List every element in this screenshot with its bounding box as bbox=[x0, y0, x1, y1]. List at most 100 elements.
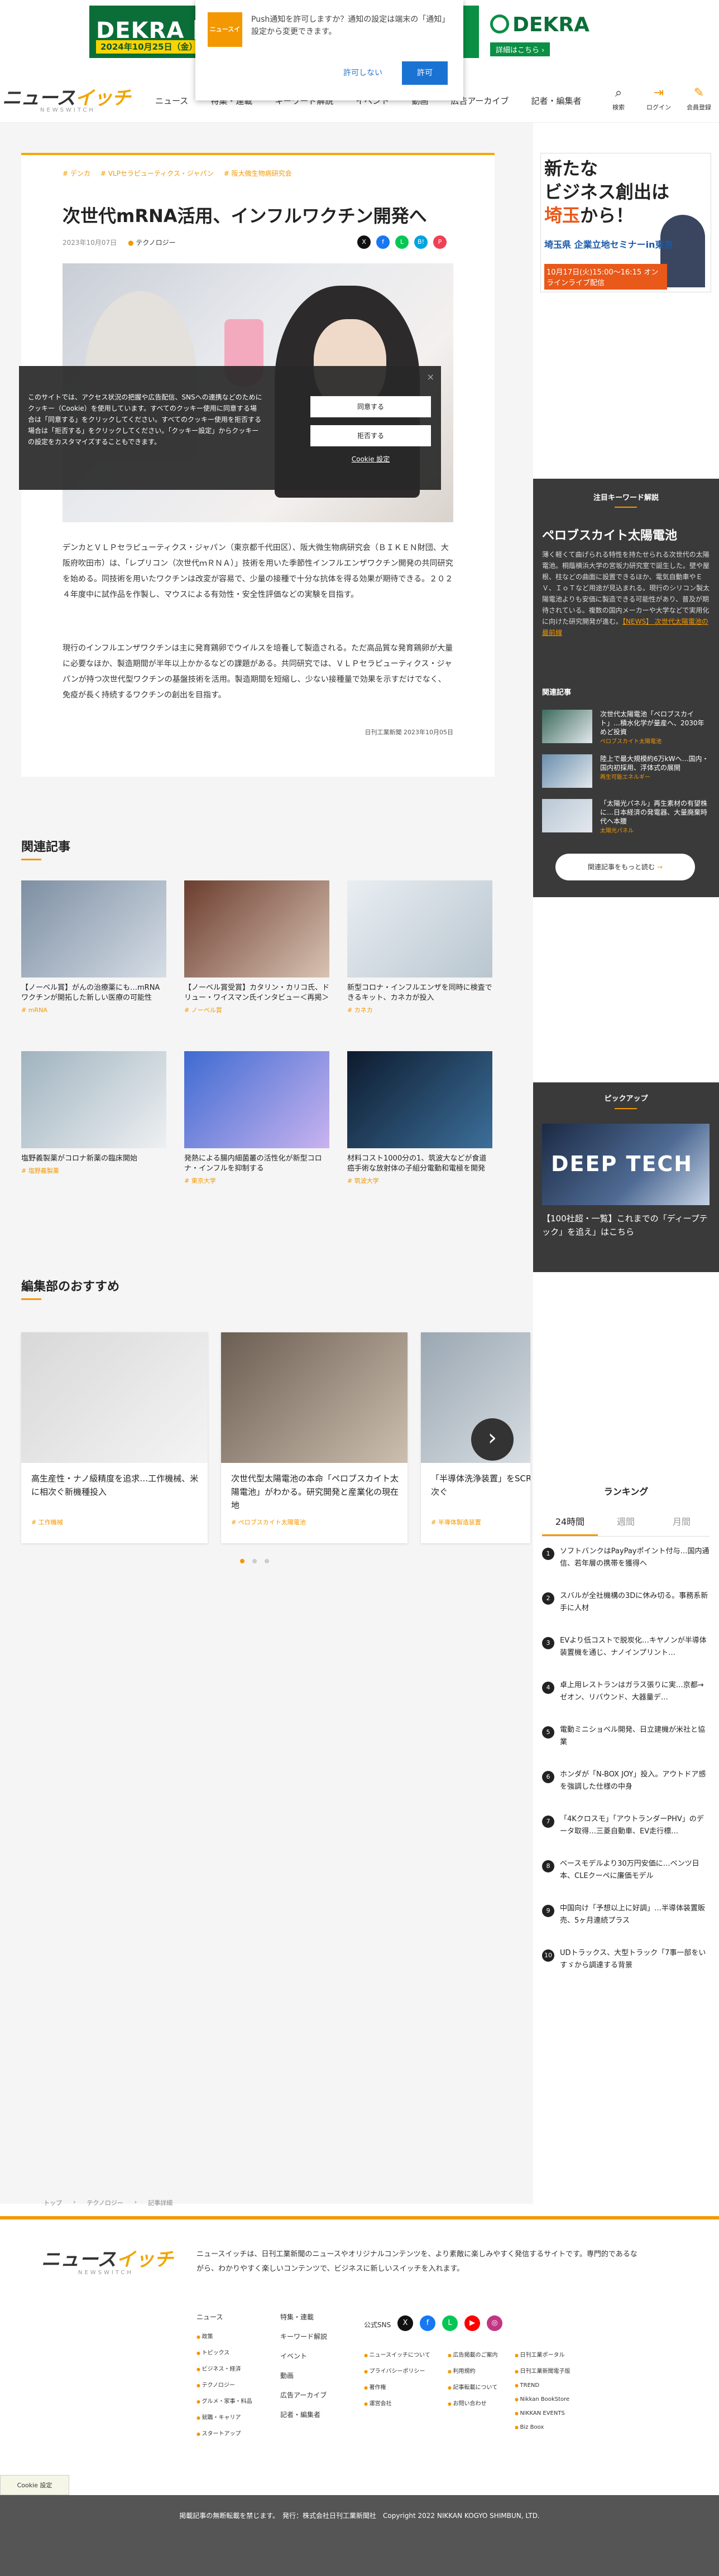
recommend-card[interactable]: 次世代型太陽電池の本命「ペロブスカイト太陽電池」がわかる。研究開発と産業化の現在… bbox=[221, 1332, 408, 1543]
footer-link[interactable]: 就職・キャリア bbox=[196, 2413, 252, 2421]
ranking-item[interactable]: 7 「4Kクロスモ」「アウトランダーPHV」のデータ取得…三菱自動車、EV走行標… bbox=[542, 1813, 710, 1847]
ranking-item[interactable]: 1 ソフトバンクはPayPayポイント付与…国内通信、若年層の携帯を獲得へ bbox=[542, 1545, 710, 1579]
tab-24h[interactable]: 24時間 bbox=[542, 1508, 598, 1536]
keyword-related-item[interactable]: 次世代太陽電池「ペロブスカイト」…積水化学が量産へ、2030年めど投資 ペロブスカ… bbox=[542, 710, 710, 745]
footer-link[interactable]: 日刊工業ポータル bbox=[515, 2350, 571, 2358]
footer-link[interactable]: 広告アーカイブ bbox=[280, 2390, 327, 2400]
ranking-item[interactable]: 10 UDトラックス、大型トラック「7事一部をいすゞから調達する背景 bbox=[542, 1947, 710, 1981]
keyword-related-tag[interactable]: 再生可能エネルギー bbox=[600, 773, 710, 782]
footer-link[interactable]: 日刊工業新聞電子版 bbox=[515, 2366, 571, 2375]
carousel-next-button[interactable]: › bbox=[471, 1418, 514, 1461]
footer-link[interactable]: TREND bbox=[515, 2382, 571, 2389]
footer-link[interactable]: お問い合わせ bbox=[448, 2399, 498, 2407]
hatena-share-icon[interactable]: B! bbox=[414, 235, 428, 249]
carousel-dot[interactable] bbox=[265, 1559, 269, 1563]
search-button[interactable]: ⌕ 検索 bbox=[598, 86, 639, 112]
site-logo[interactable]: ニュースイッチ bbox=[2, 83, 131, 110]
line-share-icon[interactable]: L bbox=[395, 235, 409, 249]
facebook-icon[interactable]: f bbox=[420, 2315, 435, 2331]
register-button[interactable]: ✎ 会員登録 bbox=[679, 86, 719, 112]
footer-link[interactable]: 動画 bbox=[280, 2371, 327, 2380]
footer-link[interactable]: グルメ・家事・料品 bbox=[196, 2396, 252, 2405]
footer-link[interactable]: ニュースイッチについて bbox=[364, 2350, 430, 2358]
carousel-dot[interactable] bbox=[252, 1559, 257, 1563]
nav-reporters[interactable]: 記者・編集者 bbox=[531, 95, 581, 107]
footer-link[interactable]: 特集・連載 bbox=[280, 2312, 327, 2322]
keyword-related-tag[interactable]: ペロブスカイト太陽電池 bbox=[600, 738, 710, 747]
ranking-item[interactable]: 6 ホンダが「N-BOX JOY」投入。アウトドア感を強調した仕様の中身 bbox=[542, 1769, 710, 1802]
related-tag[interactable]: 塩野義製薬 bbox=[21, 1166, 166, 1176]
recommend-tag[interactable]: 工作機械 bbox=[31, 1518, 63, 1527]
tab-weekly[interactable]: 週間 bbox=[598, 1508, 654, 1536]
related-article[interactable]: 発熱による腸内細菌叢の活性化が新型コロナ・インフルを抑制する東京大学 bbox=[184, 1051, 329, 1186]
pickup-image[interactable]: DEEP TECH bbox=[542, 1124, 710, 1205]
ranking-item[interactable]: 5 電動ミニショベル開発、日立建機が米社と協業 bbox=[542, 1724, 710, 1758]
footer-link[interactable]: NIKKAN EVENTS bbox=[515, 2410, 571, 2416]
related-article[interactable]: 【ノーベル賞受賞】カタリン・カリコ氏、ドリュー・ワイスマン氏インタビュー＜再掲＞… bbox=[184, 880, 329, 1015]
footer-link[interactable]: 政策 bbox=[196, 2332, 252, 2340]
close-icon[interactable]: × bbox=[427, 372, 434, 382]
x-share-icon[interactable]: X bbox=[357, 235, 371, 249]
push-deny-button[interactable]: 許可しない bbox=[335, 61, 391, 85]
related-tag[interactable]: カネカ bbox=[347, 1005, 492, 1015]
instagram-icon[interactable]: ◎ bbox=[487, 2315, 502, 2331]
related-tag[interactable]: 筑波大学 bbox=[347, 1176, 492, 1186]
keyword-more-button[interactable]: 関連記事をもっと読む → bbox=[555, 854, 695, 880]
footer-link[interactable]: 記事転載について bbox=[448, 2382, 498, 2391]
x-icon[interactable]: X bbox=[397, 2315, 413, 2331]
ranking-item[interactable]: 8 ベースモデルより30万円安価に…ベンツ日本、CLEクーペに廉価モデル bbox=[542, 1858, 710, 1891]
footer-link[interactable]: スタートアップ bbox=[196, 2429, 252, 2437]
article-tag[interactable]: # 阪大微生物病研究会 bbox=[224, 168, 292, 178]
recommend-tag[interactable]: ペロブスカイト太陽電池 bbox=[231, 1518, 306, 1527]
related-tag[interactable]: 東京大学 bbox=[184, 1176, 329, 1186]
related-article[interactable]: 塩野義製薬がコロナ新薬の臨床開始塩野義製薬 bbox=[21, 1051, 166, 1176]
footer-link[interactable]: プライバシーポリシー bbox=[364, 2366, 430, 2375]
footer-link[interactable]: 記者・編集者 bbox=[280, 2410, 327, 2419]
facebook-share-icon[interactable]: f bbox=[376, 235, 390, 249]
footer-logo[interactable]: ニュースイッチ bbox=[41, 2244, 173, 2271]
related-tag[interactable]: ノーベル賞 bbox=[184, 1005, 329, 1015]
article-tag[interactable]: # VLPセラピューティクス・ジャパン bbox=[100, 168, 214, 178]
cookie-accept-button[interactable]: 同意する bbox=[310, 396, 431, 417]
push-allow-button[interactable]: 許可 bbox=[402, 61, 448, 85]
related-tag[interactable]: mRNA bbox=[21, 1005, 166, 1015]
nav-news[interactable]: ニュース bbox=[155, 95, 188, 107]
footer-link[interactable]: キーワード解説 bbox=[280, 2332, 327, 2341]
related-article[interactable]: 材料コスト1000分の1、筑波大などが食道癌手術な放射体の子組分電動和電極を開発… bbox=[347, 1051, 492, 1186]
footer-link[interactable]: トピックス bbox=[196, 2348, 252, 2356]
footer-link[interactable]: 著作権 bbox=[364, 2382, 430, 2391]
breadcrumb-item[interactable]: テクノロジー bbox=[87, 2198, 123, 2207]
article-tag[interactable]: # デンカ bbox=[63, 168, 90, 178]
footer-link[interactable]: Nikkan BookStore bbox=[515, 2396, 571, 2402]
footer-link[interactable]: Biz Boox bbox=[515, 2424, 571, 2430]
article-category[interactable]: テクノロジー bbox=[128, 238, 175, 247]
login-button[interactable]: ⇥ ログイン bbox=[639, 86, 679, 112]
line-icon[interactable]: L bbox=[442, 2315, 458, 2331]
ranking-item[interactable]: 4 卓上用レストランはガラス張りに実…京都→ゼオン、リバウンド、大器量デ… bbox=[542, 1679, 710, 1713]
youtube-icon[interactable]: ▶ bbox=[464, 2315, 480, 2331]
ranking-item[interactable]: 3 EVより低コストで脱炭化…キヤノンが半導体装置機を通じ、ナノインプリント… bbox=[542, 1635, 710, 1668]
pocket-share-icon[interactable]: P bbox=[433, 235, 447, 249]
carousel-dot[interactable] bbox=[240, 1559, 245, 1563]
keyword-related-item[interactable]: 陸上で最大規模約6万kWへ…国内・国内初採用、浮体式の展開 再生可能エネルギー bbox=[542, 754, 710, 788]
footer-link[interactable]: ニュース bbox=[196, 2312, 252, 2322]
recommend-card[interactable]: 高生産性・ナノ級精度を追求…工作機械、米に相次ぐ新機種投入工作機械 bbox=[21, 1332, 208, 1543]
cookie-reject-button[interactable]: 拒否する bbox=[310, 425, 431, 446]
tab-monthly[interactable]: 月間 bbox=[654, 1508, 710, 1536]
related-article[interactable]: 新型コロナ・インフルエンザを同時に検査できるキット、カネカが投入カネカ bbox=[347, 880, 492, 1015]
keyword-related-item[interactable]: 「太陽光パネル」再生素材の有望株に…日本経済の発電器、大量廃棄時代へ本腰 太陽光パ… bbox=[542, 799, 710, 834]
footer-link[interactable]: ビジネス・経済 bbox=[196, 2364, 252, 2372]
ranking-item[interactable]: 2 スバルが全社機構の3Dに休み切る。事務系新手に人材 bbox=[542, 1590, 710, 1624]
pickup-title[interactable]: 【100社超・一覧】これまでの「ディープテック」を追え」はこちら bbox=[542, 1212, 710, 1239]
recommend-tag[interactable]: 半導体製造装置 bbox=[431, 1518, 481, 1527]
footer-link[interactable]: 広告掲載のご案内 bbox=[448, 2350, 498, 2358]
keyword-related-tag[interactable]: 太陽光パネル bbox=[600, 827, 710, 836]
related-article[interactable]: 【ノーベル賞】がんの治療薬にも…mRNAワクチンが開拓した新しい医療の可能性 mR… bbox=[21, 880, 166, 1015]
cookie-settings-link[interactable]: Cookie 設定 bbox=[310, 454, 431, 464]
footer-link[interactable]: 利用規約 bbox=[448, 2366, 498, 2375]
cookie-settings-button[interactable]: Cookie 設定 bbox=[0, 2475, 69, 2495]
footer-link[interactable]: 運営会社 bbox=[364, 2399, 430, 2407]
footer-link[interactable]: テクノロジー bbox=[196, 2380, 252, 2389]
breadcrumb-item[interactable]: トップ bbox=[44, 2198, 62, 2207]
sidebar-ad[interactable]: 新たな ビジネス創出は 埼玉から！ 埼玉県 企業立地セミナーin東京 10月17日(… bbox=[540, 153, 711, 292]
